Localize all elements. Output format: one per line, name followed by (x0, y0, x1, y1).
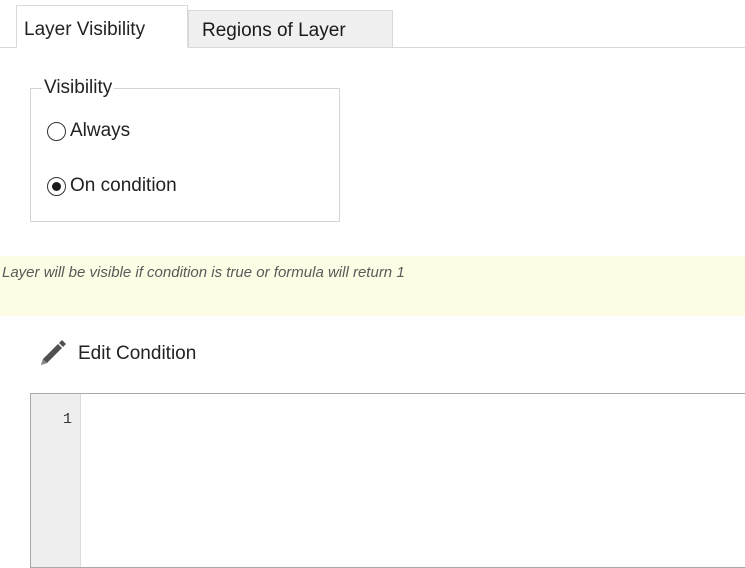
edit-condition-label: Edit Condition (78, 343, 197, 364)
visibility-groupbox: Visibility Always On condition (30, 77, 340, 222)
radio-always-button[interactable] (47, 121, 66, 141)
editor-gutter: 1 (31, 394, 81, 567)
radio-always[interactable]: Always (47, 120, 130, 142)
tab-layer-visibility[interactable]: Layer Visibility (16, 5, 188, 48)
radio-on-condition-button[interactable] (47, 176, 66, 196)
tab-regions-of-layer-label: Regions of Layer (202, 20, 346, 41)
info-message-bar: Layer will be visible if condition is tr… (0, 256, 745, 316)
pencil-icon (41, 340, 66, 365)
edit-condition-button[interactable]: Edit Condition (38, 340, 196, 368)
info-message-text: Layer will be visible if condition is tr… (2, 264, 405, 281)
tab-strip: Layer Visibility Regions of Layer (0, 0, 745, 48)
editor-text-area[interactable] (82, 394, 745, 567)
visibility-legend: Visibility (42, 77, 115, 99)
condition-code-editor[interactable]: 1 (30, 393, 745, 568)
radio-always-label[interactable]: Always (70, 120, 130, 142)
tab-regions-of-layer[interactable]: Regions of Layer (188, 10, 393, 47)
radio-on-condition-label[interactable]: On condition (70, 175, 177, 197)
line-number: 1 (62, 411, 72, 428)
tab-layer-visibility-label: Layer Visibility (24, 19, 146, 40)
radio-on-condition[interactable]: On condition (47, 175, 177, 197)
